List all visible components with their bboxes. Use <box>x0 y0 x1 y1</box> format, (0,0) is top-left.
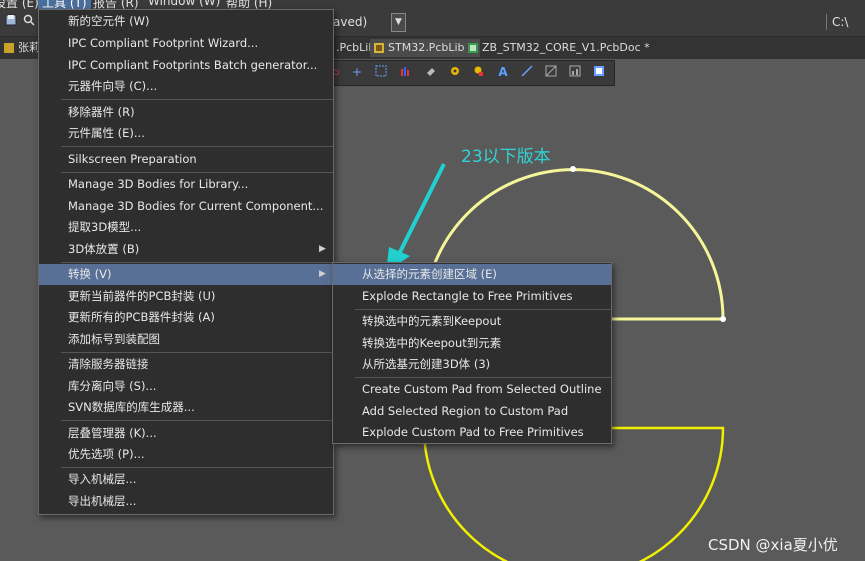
menu-item-label: Explode Rectangle to Free Primitives <box>362 289 573 303</box>
menu-item-label: Silkscreen Preparation <box>68 152 197 166</box>
menu-item-label: 3D体放置 (B) <box>68 242 140 256</box>
menu-separator <box>61 172 333 173</box>
menu-item-label: 新的空元件 (W) <box>68 14 150 28</box>
menu-item-label: Manage 3D Bodies for Library... <box>68 177 249 191</box>
menu-item-label: 转换选中的元素到Keepout <box>362 314 502 328</box>
menu-item-add-designator[interactable]: 添加标号到装配图 <box>39 329 333 350</box>
menu-item-clear-server-link[interactable]: 清除服务器链接 <box>39 354 333 375</box>
chevron-right-icon: ▶ <box>319 244 326 254</box>
menu-item-label: Add Selected Region to Custom Pad <box>362 404 569 418</box>
tools-menu: 新的空元件 (W) IPC Compliant Footprint Wizard… <box>38 9 334 515</box>
menu-separator <box>61 146 333 147</box>
menu-separator <box>355 309 611 310</box>
menu-item-label: Explode Custom Pad to Free Primitives <box>362 425 584 439</box>
menu-item-label: 从选择的元素创建区域 (E) <box>362 267 497 281</box>
menu-item-label: 库分离向导 (S)... <box>68 379 157 393</box>
annotation-arrow-line <box>395 163 446 259</box>
menu-separator <box>61 99 333 100</box>
menu-item-convert[interactable]: 转换 (V) ▶ <box>39 264 333 285</box>
menu-item-import-mech[interactable]: 导入机械层... <box>39 469 333 490</box>
menu-item-component-properties[interactable]: 元件属性 (E)... <box>39 123 333 144</box>
menu-item-update-all[interactable]: 更新所有的PCB器件封装 (A) <box>39 307 333 328</box>
menu-item-label: SVN数据库的库生成器... <box>68 400 195 414</box>
convert-submenu: 从选择的元素创建区域 (E) Explode Rectangle to Free… <box>332 262 612 444</box>
submenu-item-from-keepout[interactable]: 转换选中的Keepout到元素 <box>333 333 611 354</box>
menu-item-label: 更新所有的PCB器件封装 (A) <box>68 310 215 324</box>
vertex-handle-top <box>570 166 576 172</box>
annotation-text: 23以下版本 <box>461 147 551 167</box>
menu-item-label: 提取3D模型... <box>68 220 142 234</box>
menu-item-label: 转换 (V) <box>68 267 112 281</box>
menu-separator <box>61 262 333 263</box>
submenu-item-to-keepout[interactable]: 转换选中的元素到Keepout <box>333 311 611 332</box>
menu-item-new-component[interactable]: 新的空元件 (W) <box>39 11 333 32</box>
menu-item-label: IPC Compliant Footprints Batch generator… <box>68 58 318 72</box>
menu-item-svn-builder[interactable]: SVN数据库的库生成器... <box>39 397 333 418</box>
menu-item-component-wizard[interactable]: 元器件向导 (C)... <box>39 76 333 97</box>
menu-item-label: Create Custom Pad from Selected Outline <box>362 382 602 396</box>
menu-item-ipc-batch[interactable]: IPC Compliant Footprints Batch generator… <box>39 55 333 76</box>
menu-item-label: 优先选项 (P)... <box>68 447 145 461</box>
menu-item-label: 导入机械层... <box>68 472 137 486</box>
menu-item-ipc-wizard[interactable]: IPC Compliant Footprint Wizard... <box>39 33 333 54</box>
chevron-right-icon: ▶ <box>319 269 326 279</box>
menu-item-update-current[interactable]: 更新当前器件的PCB封装 (U) <box>39 286 333 307</box>
menu-item-label: 元件属性 (E)... <box>68 126 145 140</box>
lower-semicircle-outline <box>422 426 725 561</box>
menu-item-3d-place[interactable]: 3D体放置 (B) ▶ <box>39 239 333 260</box>
watermark-text: CSDN @xia夏小优 <box>708 536 838 554</box>
menu-item-library-split[interactable]: 库分离向导 (S)... <box>39 376 333 397</box>
submenu-item-custom-pad-outline[interactable]: Create Custom Pad from Selected Outline <box>333 379 611 400</box>
menu-item-preferences[interactable]: 优先选项 (P)... <box>39 444 333 465</box>
menu-item-silkscreen[interactable]: Silkscreen Preparation <box>39 149 333 170</box>
menu-item-label: Manage 3D Bodies for Current Component..… <box>68 199 324 213</box>
menu-item-label: 导出机械层... <box>68 494 137 508</box>
menu-item-label: 元器件向导 (C)... <box>68 79 158 93</box>
menu-item-label: 移除器件 (R) <box>68 105 135 119</box>
menu-separator <box>61 352 333 353</box>
menu-item-label: 更新当前器件的PCB封装 (U) <box>68 289 216 303</box>
menu-item-label: IPC Compliant Footprint Wizard... <box>68 36 259 50</box>
menu-item-layer-stack[interactable]: 层叠管理器 (K)... <box>39 423 333 444</box>
menu-item-label: 层叠管理器 (K)... <box>68 426 157 440</box>
menu-item-extract-3d[interactable]: 提取3D模型... <box>39 217 333 238</box>
menu-item-label: 从所选基元创建3D体 (3) <box>362 357 491 371</box>
menu-item-label: 清除服务器链接 <box>68 357 149 371</box>
menu-item-3d-library[interactable]: Manage 3D Bodies for Library... <box>39 174 333 195</box>
menu-item-3d-current[interactable]: Manage 3D Bodies for Current Component..… <box>39 196 333 217</box>
menu-separator <box>355 377 611 378</box>
menu-separator <box>61 467 333 468</box>
submenu-item-explode-rectangle[interactable]: Explode Rectangle to Free Primitives <box>333 286 611 307</box>
menu-item-label: 添加标号到装配图 <box>68 332 160 346</box>
menu-item-label: 转换选中的Keepout到元素 <box>362 336 502 350</box>
submenu-item-explode-custom-pad[interactable]: Explode Custom Pad to Free Primitives <box>333 422 611 443</box>
vertex-handle-right <box>720 316 726 322</box>
menu-item-remove-component[interactable]: 移除器件 (R) <box>39 102 333 123</box>
menu-item-export-mech[interactable]: 导出机械层... <box>39 491 333 512</box>
menu-separator <box>61 420 333 421</box>
submenu-item-add-region-pad[interactable]: Add Selected Region to Custom Pad <box>333 401 611 422</box>
submenu-item-create-3d-body[interactable]: 从所选基元创建3D体 (3) <box>333 354 611 375</box>
submenu-item-create-region[interactable]: 从选择的元素创建区域 (E) <box>333 264 611 285</box>
